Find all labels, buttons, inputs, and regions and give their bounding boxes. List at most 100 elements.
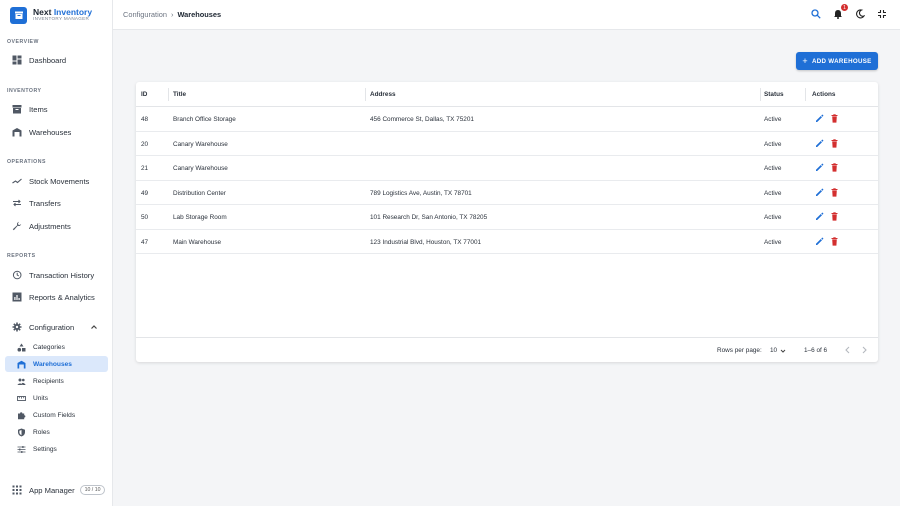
- sidebar-subitem-label: Roles: [33, 428, 50, 436]
- breadcrumb-parent[interactable]: Configuration: [123, 10, 167, 19]
- column-header-status[interactable]: Status: [764, 91, 784, 98]
- rows-per-page-value: 10: [770, 347, 778, 354]
- table-row[interactable]: 50 Lab Storage Room 101 Research Dr, San A…: [136, 205, 878, 230]
- cell-id: 21: [141, 165, 149, 172]
- brand-name: Next Inventory: [33, 6, 93, 17]
- cell-status: Active: [764, 165, 782, 172]
- sidebar-subitem-roles[interactable]: Roles: [5, 424, 108, 440]
- edit-icon[interactable]: [815, 114, 824, 123]
- delete-icon[interactable]: [830, 212, 839, 221]
- section-label-reports: REPORTS: [7, 253, 36, 259]
- sidebar-item-label: Items: [29, 104, 48, 114]
- cell-title: Branch Office Storage: [173, 116, 236, 123]
- plus-icon: +: [802, 55, 808, 66]
- sidebar-item-label: Configuration: [29, 322, 75, 332]
- sidebar-item-label: Stock Movements: [29, 176, 90, 186]
- add-warehouse-label: ADD WAREHOUSE: [811, 57, 872, 65]
- rows-per-page-select[interactable]: 10: [770, 347, 786, 354]
- dark-mode-icon[interactable]: [854, 8, 866, 20]
- sidebar-item-items[interactable]: Items: [5, 100, 108, 118]
- category-icon: [17, 343, 26, 352]
- app-count-badge: 10 / 10: [79, 485, 106, 495]
- table-pagination: Rows per page: 10 1–6 of 6: [136, 337, 878, 362]
- brand-subtitle: INVENTORY MANAGER: [33, 16, 90, 22]
- cell-status: Active: [764, 214, 782, 221]
- ruler-icon: [17, 394, 26, 403]
- sidebar-item-configuration[interactable]: Configuration: [5, 318, 108, 336]
- warehouse-icon: [17, 360, 26, 369]
- next-page-icon[interactable]: [861, 346, 868, 354]
- delete-icon[interactable]: [830, 187, 839, 197]
- cell-status: Active: [764, 116, 782, 123]
- sidebar-subitem-label: Warehouses: [33, 360, 72, 368]
- search-icon[interactable]: [810, 8, 822, 20]
- cell-id: 49: [141, 189, 149, 197]
- sidebar-item-reports-analytics[interactable]: Reports & Analytics: [5, 288, 108, 306]
- sidebar-subitem-label: Settings: [33, 445, 57, 453]
- sidebar-item-transfers[interactable]: Transfers: [5, 194, 108, 212]
- sidebar-subitem-label: Custom Fields: [33, 411, 76, 419]
- edit-icon[interactable]: [815, 212, 824, 221]
- breadcrumb-current: Warehouses: [177, 10, 222, 19]
- sidebar-item-stock-movements[interactable]: Stock Movements: [5, 172, 108, 190]
- sidebar-item-dashboard[interactable]: Dashboard: [5, 51, 108, 69]
- chevron-down-icon: [780, 348, 786, 354]
- fullscreen-exit-icon[interactable]: [876, 8, 888, 20]
- edit-icon[interactable]: [815, 237, 824, 246]
- add-warehouse-button[interactable]: + ADD WAREHOUSE: [796, 52, 878, 70]
- delete-icon[interactable]: [830, 114, 839, 123]
- table-row[interactable]: 21 Canary Warehouse Active: [136, 156, 878, 181]
- sidebar-item-label: Warehouses: [29, 127, 72, 137]
- chevron-up-icon: [90, 323, 98, 331]
- delete-icon[interactable]: [830, 138, 839, 148]
- sidebar-subitem-custom-fields[interactable]: Custom Fields: [5, 407, 108, 423]
- cell-id: 50: [141, 214, 149, 221]
- cell-address: 101 Research Dr, San Antonio, TX 78205: [370, 214, 488, 221]
- notification-count-badge: 1: [841, 4, 848, 11]
- sidebar-subitem-categories[interactable]: Categories: [5, 339, 108, 355]
- trend-icon: [12, 176, 22, 186]
- sidebar-subitem-recipients[interactable]: Recipients: [5, 373, 108, 389]
- delete-icon[interactable]: [830, 163, 839, 172]
- edit-icon[interactable]: [815, 188, 824, 197]
- table-row[interactable]: 49 Distribution Center 789 Logistics Ave, …: [136, 181, 878, 205]
- sidebar-subitem-settings[interactable]: Settings: [5, 441, 108, 457]
- sidebar-subitem-units[interactable]: Units: [5, 390, 108, 406]
- table-row[interactable]: 20 Canary Warehouse Active: [136, 132, 878, 156]
- cell-address: 123 Industrial Blvd, Houston, TX 77001: [370, 238, 482, 246]
- bell-icon: [833, 9, 843, 19]
- sidebar-item-app-manager[interactable]: App Manager 10 / 10: [5, 481, 108, 499]
- sidebar-item-transaction-history[interactable]: Transaction History: [5, 266, 108, 284]
- cell-status: Active: [764, 140, 782, 148]
- sidebar-item-warehouses[interactable]: Warehouses: [5, 123, 108, 141]
- section-label-overview: OVERVIEW: [7, 39, 39, 45]
- sidebar-subitem-label: Recipients: [33, 377, 64, 385]
- sidebar-item-adjustments[interactable]: Adjustments: [5, 217, 108, 235]
- table-header: ID Title Address Status Actions: [136, 82, 878, 107]
- notifications-button[interactable]: 1: [832, 4, 848, 20]
- cell-id: 20: [141, 140, 149, 148]
- delete-icon[interactable]: [830, 236, 839, 246]
- column-header-address[interactable]: Address: [370, 91, 396, 98]
- edit-icon[interactable]: [815, 139, 824, 148]
- analytics-icon: [12, 292, 22, 302]
- cell-id: 48: [141, 116, 149, 123]
- column-header-id[interactable]: ID: [141, 91, 147, 98]
- sidebar: Next Inventory INVENTORY MANAGER OVERVIE…: [0, 0, 113, 506]
- cell-status: Active: [764, 238, 782, 246]
- cell-address: 789 Logistics Ave, Austin, TX 78701: [370, 189, 472, 197]
- column-divider: [168, 88, 169, 101]
- column-header-title[interactable]: Title: [173, 91, 186, 98]
- brand[interactable]: Next Inventory INVENTORY MANAGER: [10, 5, 92, 25]
- section-label-operations: OPERATIONS: [7, 159, 46, 165]
- sidebar-subitem-label: Units: [33, 394, 49, 402]
- table-row[interactable]: 47 Main Warehouse 123 Industrial Blvd, Hou…: [136, 230, 878, 254]
- edit-icon[interactable]: [815, 163, 824, 172]
- sidebar-subitem-warehouses[interactable]: Warehouses: [5, 356, 108, 372]
- tune-icon: [17, 445, 26, 454]
- people-icon: [17, 377, 26, 386]
- breadcrumb-separator: ›: [170, 10, 174, 19]
- previous-page-icon[interactable]: [844, 346, 851, 354]
- table-row[interactable]: 48 Branch Office Storage 456 Commerce St, …: [136, 107, 878, 132]
- top-header: Configuration › Warehouses 1: [113, 0, 900, 30]
